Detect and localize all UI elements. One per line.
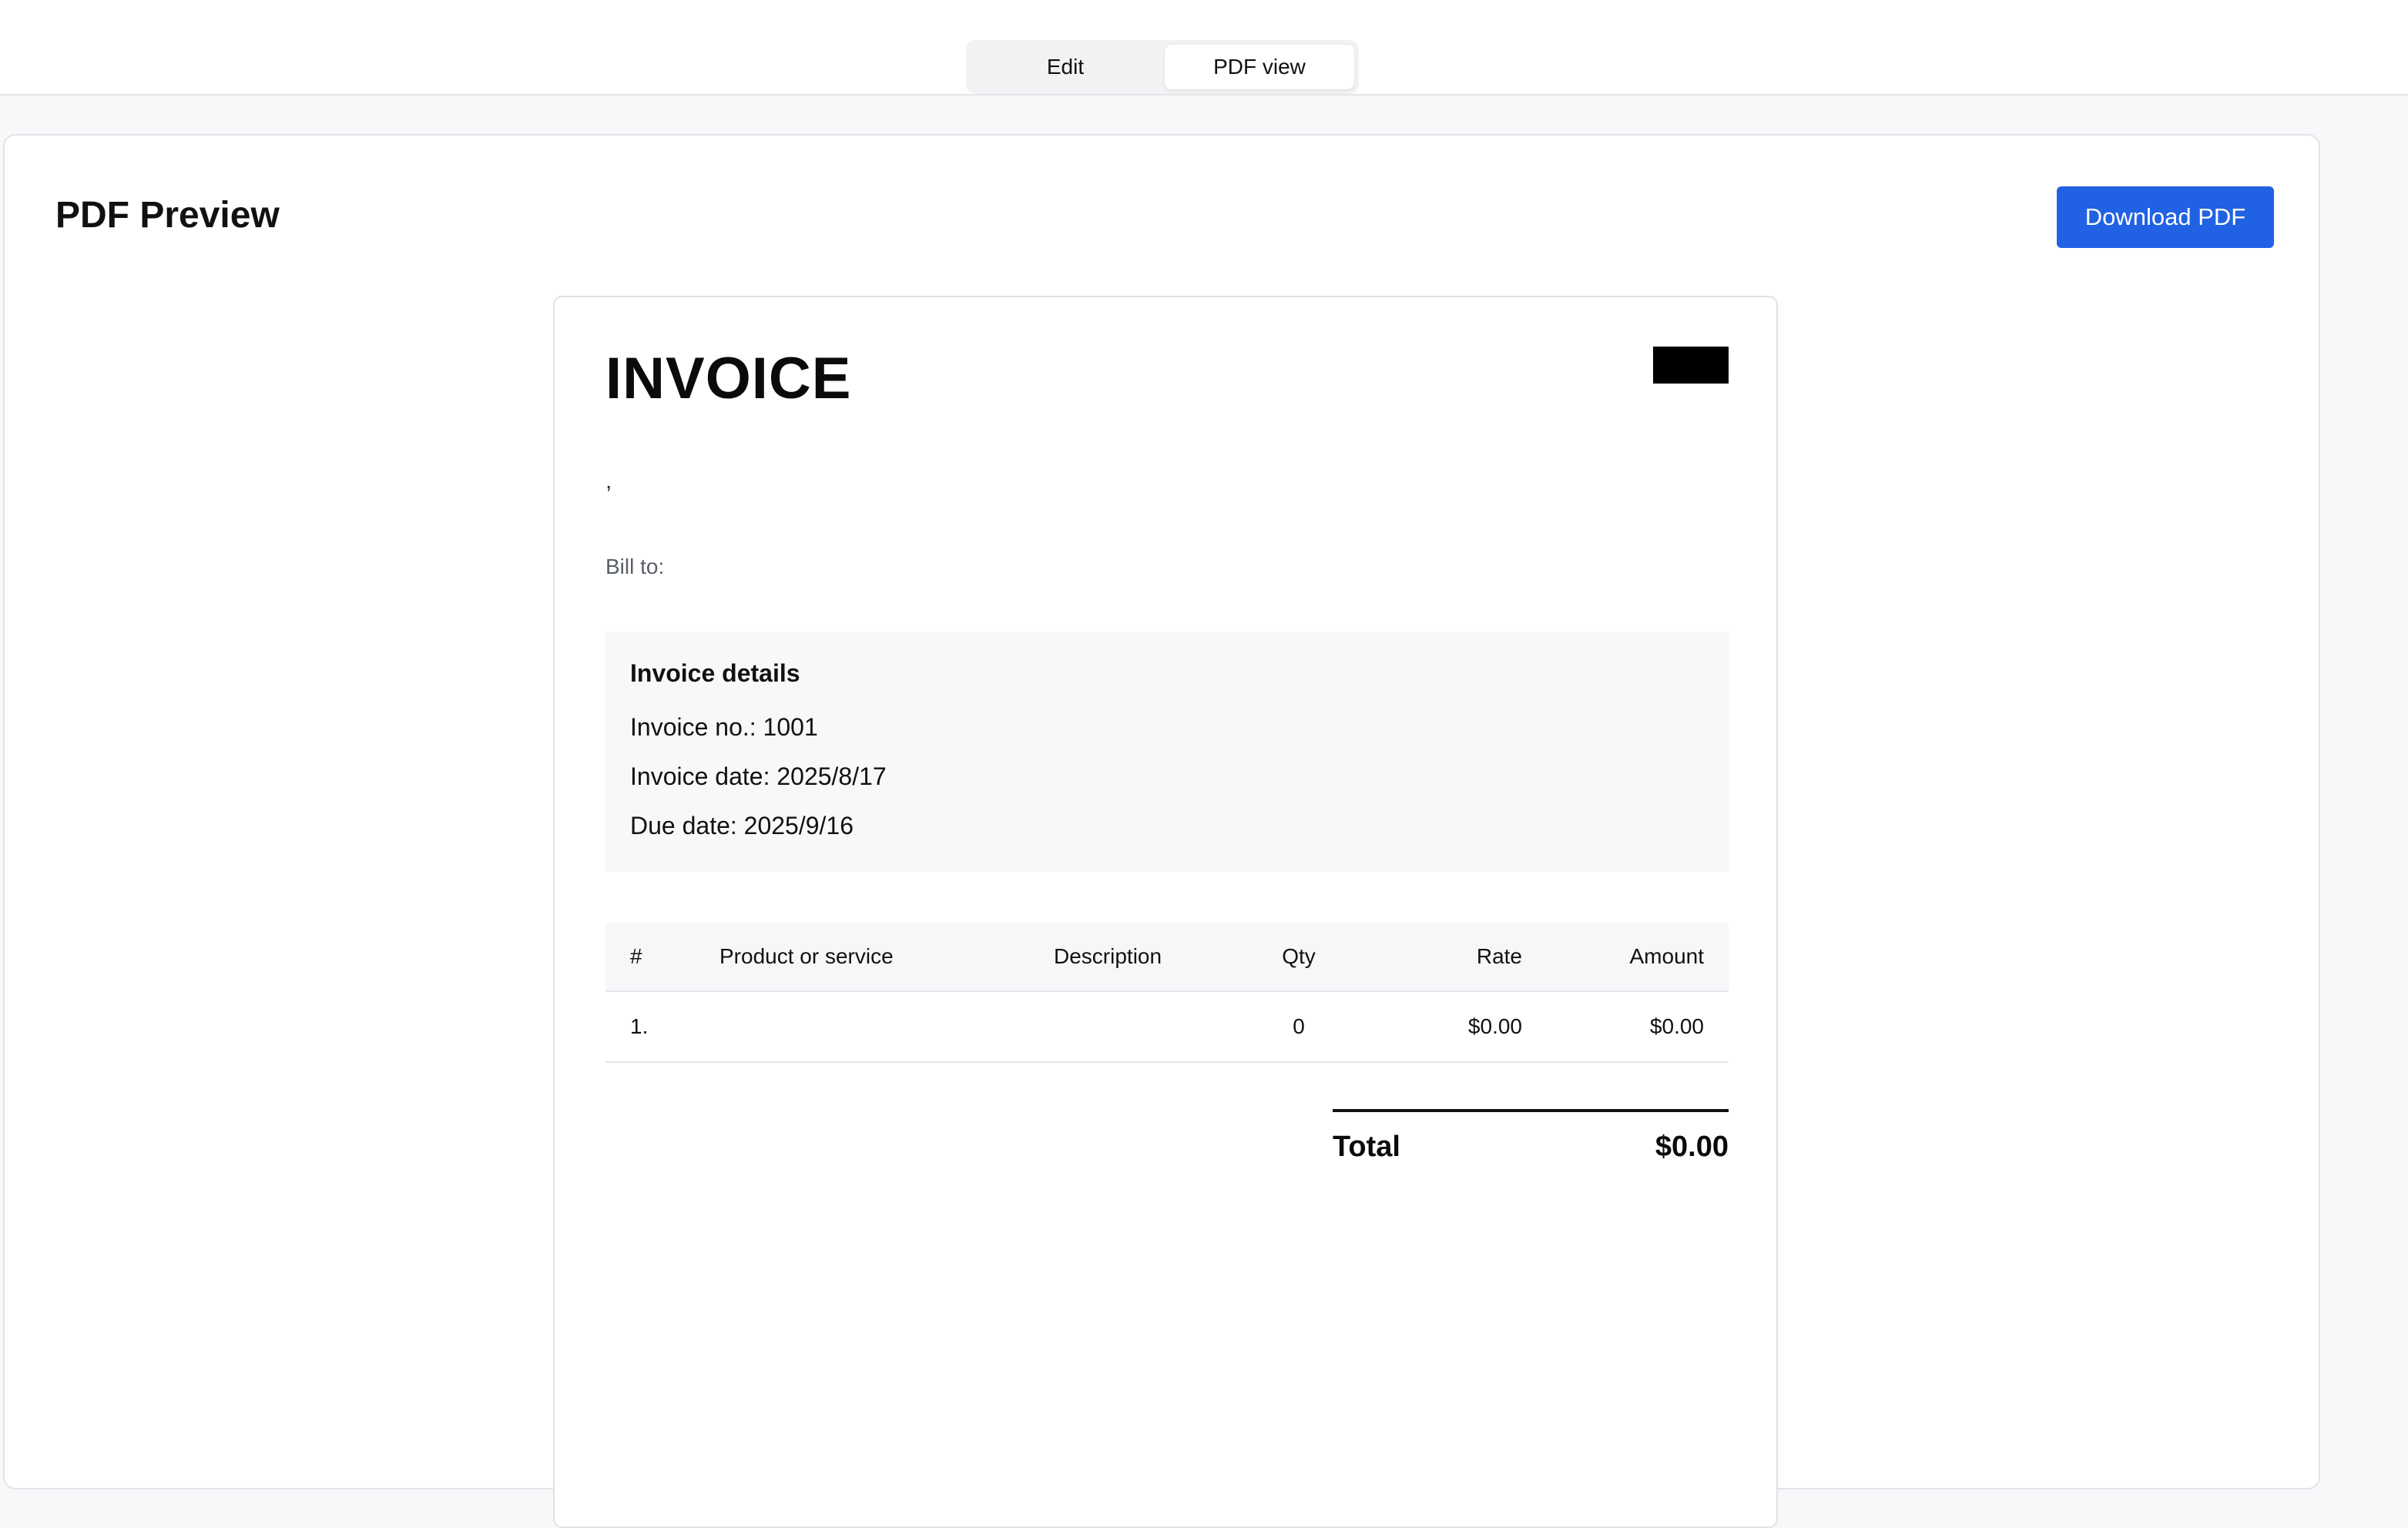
header-product: Product or service [719,944,894,968]
due-date: Due date: 2025/9/16 [630,812,854,839]
row-qty: 0 [1293,1014,1305,1038]
invoice-title: INVOICE [605,346,852,411]
invoice-number: Invoice no.: 1001 [630,713,818,741]
table-row: 1. 0 $0.00 $0.00 [605,992,1729,1063]
sender-address: , [605,468,612,494]
line-items-table: # Product or service Description Qty Rat… [605,923,1729,1063]
total-value: $0.00 [1655,1131,1729,1163]
panel-title: PDF Preview [55,195,280,236]
header-qty: Qty [1282,944,1316,968]
pdf-preview-panel: PDF Preview Download PDF INVOICE , Bill … [3,134,2320,1528]
header-rate: Rate [1476,944,1522,968]
pdf-view-tab[interactable]: PDF view [1165,45,1354,89]
bill-to-label: Bill to: [605,555,665,578]
invoice-document: INVOICE , Bill to: Invoice details Invoi… [553,296,1778,1528]
top-bar: Edit PDF view [0,0,2408,96]
logo-placeholder [1653,347,1729,384]
invoice-details-heading: Invoice details [630,659,800,687]
row-amount: $0.00 [1649,1014,1704,1038]
total-label: Total [1333,1131,1400,1163]
view-toggle: Edit PDF view [966,40,1359,94]
edit-tab[interactable]: Edit [971,45,1160,89]
header-description: Description [1054,944,1162,968]
header-amount: Amount [1629,944,1705,968]
invoice-date: Invoice date: 2025/8/17 [630,762,887,790]
header-num: # [630,944,642,968]
download-pdf-button[interactable]: Download PDF [2057,186,2274,248]
table-header: # Product or service Description Qty Rat… [605,923,1729,992]
row-rate: $0.00 [1467,1014,1522,1038]
invoice-details-box: Invoice details Invoice no.: 1001 Invoic… [605,632,1729,872]
row-num: 1. [630,1014,649,1038]
total-divider [1333,1109,1729,1112]
